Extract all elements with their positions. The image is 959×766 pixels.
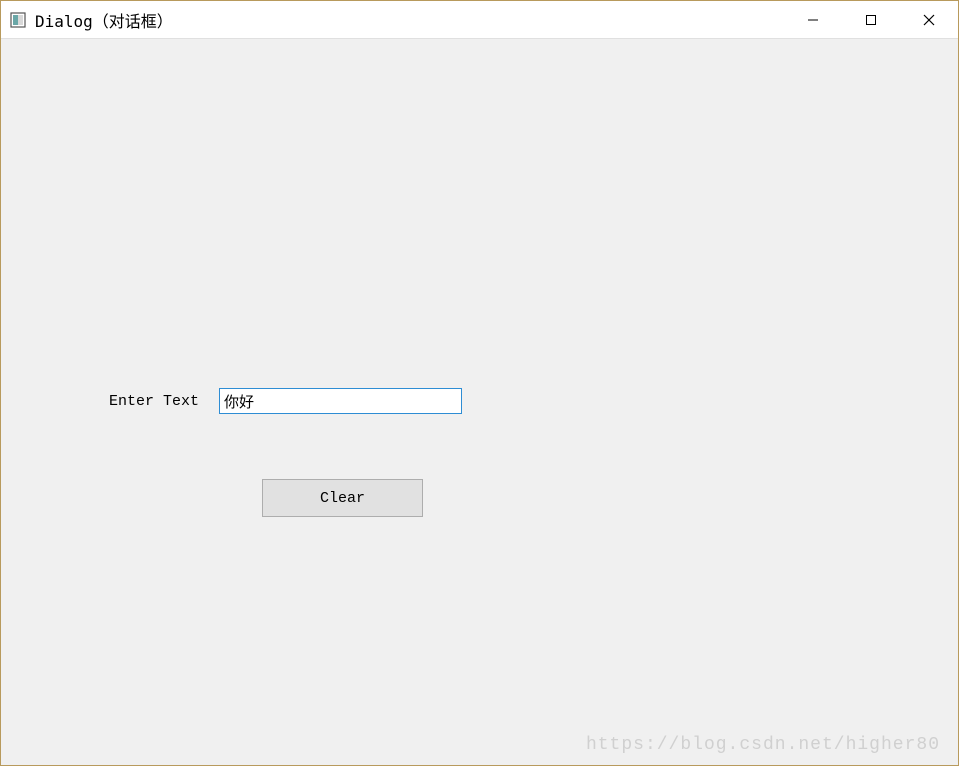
window-title: Dialog（对话框） xyxy=(35,8,784,32)
maximize-button[interactable] xyxy=(842,1,900,38)
watermark: https://blog.csdn.net/higher80 xyxy=(586,735,940,755)
titlebar: Dialog（对话框） xyxy=(1,1,958,39)
text-input-wrap xyxy=(219,388,462,414)
enter-text-label: Enter Text xyxy=(109,393,199,410)
client-area: Enter Text Clear https://blog.csdn.net/h… xyxy=(1,39,958,765)
app-icon xyxy=(9,11,27,29)
minimize-button[interactable] xyxy=(784,1,842,38)
close-button[interactable] xyxy=(900,1,958,38)
clear-button[interactable]: Clear xyxy=(262,479,423,517)
window-controls xyxy=(784,1,958,38)
clear-button-label: Clear xyxy=(320,490,365,507)
dialog-window: Dialog（对话框） Enter Text xyxy=(0,0,959,766)
text-input[interactable] xyxy=(219,388,462,414)
